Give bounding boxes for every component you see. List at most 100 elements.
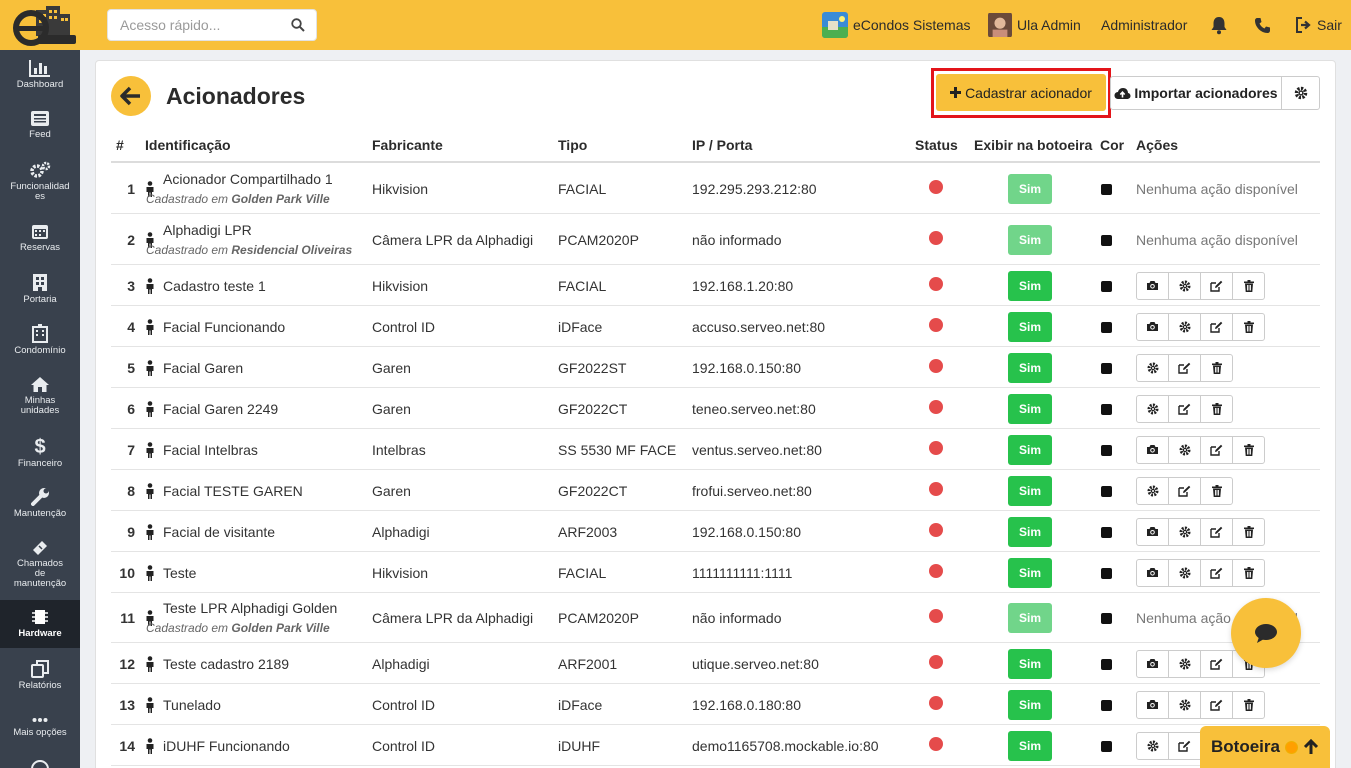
sidebar-item-relatorios[interactable]: Relatórios — [0, 660, 80, 702]
edit-button[interactable] — [1168, 394, 1201, 423]
camera-button[interactable] — [1136, 690, 1169, 719]
camera-button[interactable] — [1136, 435, 1169, 464]
sidebar-item-funcionalidades[interactable]: Funcionalidades — [0, 161, 80, 205]
edit-button[interactable] — [1168, 353, 1201, 382]
chat-button[interactable] — [1231, 598, 1301, 668]
edit-button[interactable] — [1168, 731, 1201, 760]
sidebar-item-minhas-unidades[interactable]: Minhas unidades — [0, 376, 80, 424]
settings-action-button[interactable] — [1136, 353, 1169, 382]
camera-button[interactable] — [1136, 517, 1169, 546]
delete-button[interactable] — [1200, 394, 1233, 423]
edit-button[interactable] — [1200, 690, 1233, 719]
delete-button[interactable] — [1232, 690, 1265, 719]
trigger-name[interactable]: Tunelado — [163, 697, 221, 713]
show-on-panel-toggle[interactable]: Sim — [1008, 648, 1052, 679]
camera-button[interactable] — [1136, 558, 1169, 587]
settings-button[interactable] — [1281, 76, 1320, 110]
sidebar-item-reservas[interactable]: Reservas — [0, 222, 80, 264]
settings-action-button[interactable] — [1136, 731, 1169, 760]
edit-button[interactable] — [1200, 558, 1233, 587]
camera-button[interactable] — [1136, 312, 1169, 341]
settings-action-button[interactable] — [1136, 476, 1169, 505]
show-on-panel-toggle[interactable]: Sim — [1008, 689, 1052, 720]
trigger-name[interactable]: iDUHF Funcionando — [163, 738, 290, 754]
col-header-type[interactable]: Tipo — [558, 137, 587, 153]
delete-button[interactable] — [1232, 312, 1265, 341]
edit-button[interactable] — [1200, 517, 1233, 546]
trigger-name[interactable]: Facial TESTE GAREN — [163, 483, 303, 499]
botoeira-tab[interactable]: Botoeira — [1200, 726, 1330, 768]
sidebar-item-mais-opcoes[interactable]: Mais opções — [0, 715, 80, 757]
delete-button[interactable] — [1232, 435, 1265, 464]
delete-button[interactable] — [1200, 476, 1233, 505]
settings-action-button[interactable] — [1168, 435, 1201, 464]
user-menu[interactable]: Ula Admin — [988, 0, 1081, 50]
sidebar-item-dashboard[interactable]: Dashboard — [0, 59, 80, 101]
phone-icon[interactable] — [1254, 0, 1271, 50]
trigger-name[interactable]: Alphadigi LPR — [163, 222, 252, 238]
econdos-logo[interactable] — [12, 4, 78, 46]
trigger-name[interactable]: Teste — [163, 565, 196, 581]
sidebar-item-portaria[interactable]: Portaria — [0, 273, 80, 315]
edit-button[interactable] — [1168, 476, 1201, 505]
show-on-panel-toggle[interactable]: Sim — [1008, 393, 1052, 424]
show-on-panel-toggle[interactable]: Sim — [1008, 270, 1052, 301]
trigger-name[interactable]: Facial Garen 2249 — [163, 401, 278, 417]
logout-button[interactable]: Sair — [1295, 0, 1342, 50]
delete-button[interactable] — [1232, 271, 1265, 300]
edit-button[interactable] — [1200, 312, 1233, 341]
settings-action-button[interactable] — [1168, 690, 1201, 719]
sidebar-item-hardware[interactable]: Hardware — [0, 600, 80, 648]
trigger-name[interactable]: Acionador Compartilhado 1 — [163, 171, 333, 187]
search-input[interactable] — [108, 10, 278, 40]
quick-search[interactable] — [107, 9, 317, 41]
col-header-ip[interactable]: IP / Porta — [692, 137, 752, 153]
delete-button[interactable] — [1200, 353, 1233, 382]
show-on-panel-toggle[interactable]: Sim — [1008, 557, 1052, 588]
col-header-maker[interactable]: Fabricante — [372, 137, 443, 153]
sidebar-item-financeiro[interactable]: $ Financeiro — [0, 436, 80, 478]
more-icon[interactable] — [31, 760, 49, 768]
trigger-name[interactable]: Cadastro teste 1 — [163, 278, 266, 294]
settings-action-button[interactable] — [1168, 558, 1201, 587]
camera-button[interactable] — [1136, 271, 1169, 300]
settings-action-button[interactable] — [1168, 649, 1201, 678]
sidebar-item-feed[interactable]: Feed — [0, 110, 80, 152]
show-on-panel-toggle[interactable]: Sim — [1008, 434, 1052, 465]
camera-button[interactable] — [1136, 649, 1169, 678]
trigger-name[interactable]: Teste LPR Alphadigi Golden — [163, 600, 337, 616]
notifications-bell-icon[interactable] — [1209, 0, 1229, 50]
sidebar-item-chamados[interactable]: Chamados de manutenção — [0, 538, 80, 592]
back-button[interactable] — [111, 76, 151, 116]
col-header-identification[interactable]: Identificação — [145, 137, 231, 153]
edit-button[interactable] — [1200, 649, 1233, 678]
show-on-panel-toggle[interactable]: Sim — [1008, 173, 1052, 204]
trigger-name[interactable]: Teste cadastro 2189 — [163, 656, 289, 672]
delete-button[interactable] — [1232, 517, 1265, 546]
show-on-panel-toggle[interactable]: Sim — [1008, 224, 1052, 255]
show-on-panel-toggle[interactable]: Sim — [1008, 311, 1052, 342]
settings-action-button[interactable] — [1168, 312, 1201, 341]
trigger-name[interactable]: Facial de visitante — [163, 524, 275, 540]
trigger-name[interactable]: Facial Intelbras — [163, 442, 258, 458]
condo-selector[interactable]: eCondos Sistemas — [822, 0, 971, 50]
edit-button[interactable] — [1200, 435, 1233, 464]
show-on-panel-toggle[interactable]: Sim — [1008, 475, 1052, 506]
show-on-panel-toggle[interactable]: Sim — [1008, 730, 1052, 761]
sidebar-item-manutencao[interactable]: Manutenção — [0, 487, 80, 529]
settings-action-button[interactable] — [1168, 517, 1201, 546]
delete-button[interactable] — [1232, 558, 1265, 587]
settings-action-button[interactable] — [1136, 394, 1169, 423]
import-triggers-button[interactable]: Importar acionadores — [1110, 76, 1282, 110]
search-icon[interactable] — [291, 18, 305, 32]
settings-action-button[interactable] — [1168, 271, 1201, 300]
sidebar-item-condominio[interactable]: Condomínio — [0, 324, 80, 366]
show-on-panel-toggle[interactable]: Sim — [1008, 603, 1052, 633]
trigger-name[interactable]: Facial Funcionando — [163, 319, 285, 335]
show-on-panel-toggle[interactable]: Sim — [1008, 352, 1052, 383]
trigger-name[interactable]: Facial Garen — [163, 360, 243, 376]
role-label[interactable]: Administrador — [1101, 0, 1187, 50]
show-on-panel-toggle[interactable]: Sim — [1008, 516, 1052, 547]
edit-button[interactable] — [1200, 271, 1233, 300]
add-trigger-button[interactable]: Cadastrar acionador — [936, 74, 1106, 111]
